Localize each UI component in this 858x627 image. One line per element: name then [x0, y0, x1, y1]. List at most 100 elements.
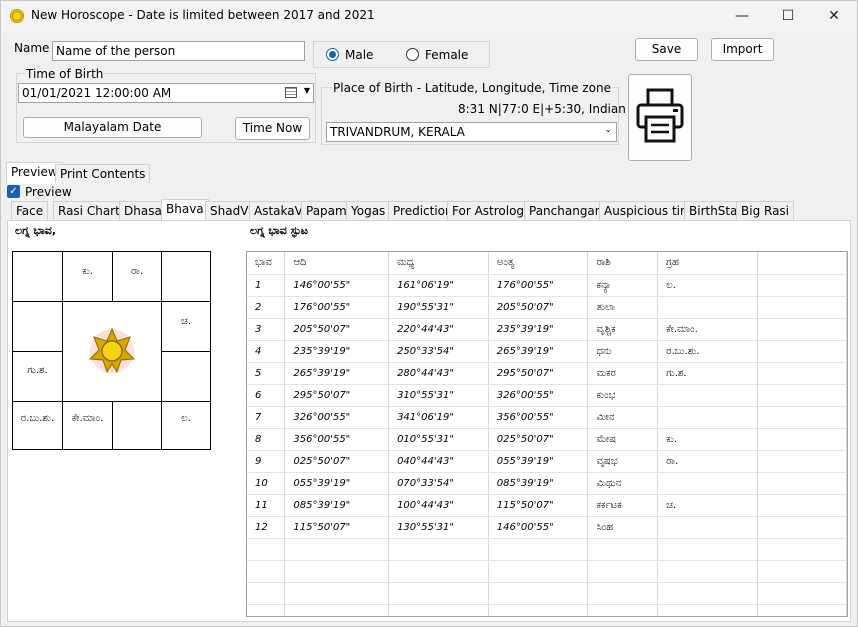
- column-header: ಭಾವ: [247, 252, 286, 275]
- table-cell: [657, 472, 758, 495]
- place-label: Place of Birth - Latitude, Longitude, Ti…: [332, 81, 613, 95]
- tab-bhava[interactable]: Bhava: [161, 199, 209, 220]
- name-label: Name: [14, 41, 50, 55]
- place-select[interactable]: TRIVANDRUM, KERALA ⌄: [326, 122, 617, 142]
- datetime-picker[interactable]: 01/01/2021 12:00:00 AM ▼: [18, 83, 314, 103]
- table-cell: [247, 560, 286, 583]
- table-cell: 085°39'19": [284, 494, 390, 517]
- table-cell: 280°44'43": [388, 362, 489, 385]
- chart-cell: [161, 251, 211, 302]
- table-cell: 025°50'07": [488, 428, 589, 451]
- print-button[interactable]: [628, 74, 692, 161]
- column-header: ರಾಶಿ: [587, 252, 659, 275]
- table-cell: [657, 516, 758, 539]
- table-cell: ಲ.: [657, 274, 758, 297]
- bhava-grid[interactable]: ಭಾವ ಆದಿ ಮಧ್ಯ ಅಂತ್ಯ ರಾಶಿ ಗ್ರಹ 1 146°00'55"…: [246, 251, 848, 617]
- table-cell: [757, 296, 847, 319]
- table-cell: 176°00'55": [488, 274, 589, 297]
- tab-papam[interactable]: Papam: [301, 201, 352, 220]
- column-header: ಗ್ರಹ: [657, 252, 758, 275]
- minimize-button[interactable]: —: [719, 1, 765, 32]
- table-row[interactable]: 7 326°00'55" 341°06'19" 356°00'55" ಮೀನ: [247, 406, 847, 429]
- preview-checkbox[interactable]: ✓: [7, 185, 20, 198]
- table-cell: [388, 582, 489, 605]
- table-row[interactable]: 6 295°50'07" 310°55'31" 326°00'55" ಕುಂಭ: [247, 384, 847, 407]
- table-row[interactable]: 8 356°00'55" 010°55'31" 025°50'07" ಮೇಷ ಕು.: [247, 428, 847, 451]
- tab-astakav[interactable]: AstakaV: [249, 201, 308, 220]
- table-cell: 235°39'19": [284, 340, 390, 363]
- table-cell: [247, 538, 286, 561]
- table-row[interactable]: 3 205°50'07" 220°44'43" 235°39'19" ವೃಶ್ಚಿಕ ಕೇ…: [247, 318, 847, 341]
- table-cell: [657, 296, 758, 319]
- chart-cell: ಲ.: [161, 401, 211, 450]
- sun-icon: [88, 327, 136, 374]
- table-cell: 2: [247, 296, 286, 319]
- empty-row: [247, 604, 847, 616]
- table-cell: ಮೀನ: [587, 406, 659, 429]
- name-input[interactable]: Name of the person: [52, 41, 305, 61]
- table-cell: ಮೇಷ: [587, 428, 659, 451]
- table-cell: 205°50'07": [488, 296, 589, 319]
- table-cell: [488, 582, 589, 605]
- empty-row: [247, 582, 847, 605]
- chart-cell: [161, 351, 211, 402]
- table-cell: [757, 274, 847, 297]
- table-row[interactable]: 2 176°00'55" 190°55'31" 205°50'07" ತುಲಾ: [247, 296, 847, 319]
- table-cell: 1: [247, 274, 286, 297]
- table-cell: 265°39'19": [284, 362, 390, 385]
- time-now-button[interactable]: Time Now: [235, 117, 310, 140]
- table-cell: [757, 362, 847, 385]
- table-row[interactable]: 12 115°50'07" 130°55'31" 146°00'55" ಸಿಂಹ: [247, 516, 847, 539]
- table-cell: 161°06'19": [388, 274, 489, 297]
- chart-cell: ರ.ಬು.ಶು.: [12, 401, 63, 450]
- empty-row: [247, 560, 847, 583]
- tab-dhasa[interactable]: Dhasa: [119, 201, 167, 220]
- title-bar: New Horoscope - Date is limited between …: [1, 1, 857, 32]
- female-label: Female: [425, 48, 469, 62]
- calendar-icon[interactable]: [285, 87, 297, 98]
- table-row[interactable]: 4 235°39'19" 250°33'54" 265°39'19" ಧನು ರ.ಬು.ಶ…: [247, 340, 847, 363]
- table-cell: 326°00'55": [284, 406, 390, 429]
- table-cell: 085°39'19": [488, 472, 589, 495]
- table-cell: 055°39'19": [284, 472, 390, 495]
- maximize-button[interactable]: ☐: [765, 1, 811, 32]
- bhava-table: ಭಾವ ಆದಿ ಮಧ್ಯ ಅಂತ್ಯ ರಾಶಿ ಗ್ರಹ 1 146°00'55"…: [247, 252, 847, 616]
- tab-yogas[interactable]: Yogas: [346, 201, 391, 220]
- table-cell: ಕುಂಭ: [587, 384, 659, 407]
- tab-print-contents[interactable]: Print Contents: [55, 164, 151, 183]
- sun-app-icon: [10, 9, 24, 23]
- table-cell: [388, 560, 489, 583]
- table-cell: ಧನು: [587, 340, 659, 363]
- chart-cell: ಕು.: [62, 251, 113, 302]
- table-cell: [757, 318, 847, 341]
- table-cell: 205°50'07": [284, 318, 390, 341]
- table-cell: ಸಿಂಹ: [587, 516, 659, 539]
- table-row[interactable]: 11 085°39'19" 100°44'43" 115°50'07" ಕರ್ಕಟಕ ಚ.: [247, 494, 847, 517]
- chevron-down-icon[interactable]: ▼: [304, 86, 310, 95]
- female-radio[interactable]: [406, 48, 419, 61]
- preview-checkbox-label: Preview: [25, 185, 72, 199]
- tab-face[interactable]: Face: [11, 201, 49, 220]
- tab-shadv[interactable]: ShadV: [205, 201, 254, 220]
- table-cell: [587, 582, 659, 605]
- table-cell: 235°39'19": [488, 318, 589, 341]
- table-cell: [657, 582, 758, 605]
- malayalam-date-button[interactable]: Malayalam Date: [23, 117, 202, 138]
- save-button[interactable]: Save: [635, 38, 698, 61]
- male-radio[interactable]: [326, 48, 339, 61]
- close-button[interactable]: ✕: [811, 1, 857, 32]
- table-cell: [757, 582, 847, 605]
- table-row[interactable]: 9 025°50'07" 040°44'43" 055°39'19" ವೃಷಭ ರಾ.: [247, 450, 847, 473]
- table-row[interactable]: 1 146°00'55" 161°06'19" 176°00'55" ಕನ್ಯಾ ಲ.: [247, 274, 847, 297]
- table-cell: 220°44'43": [388, 318, 489, 341]
- chevron-down-icon[interactable]: ⌄: [604, 125, 612, 135]
- table-row[interactable]: 10 055°39'19" 070°33'54" 085°39'19" ಮಿಥುನ: [247, 472, 847, 495]
- table-cell: ವೃಷಭ: [587, 450, 659, 473]
- table-cell: ಕು.: [657, 428, 758, 451]
- import-button[interactable]: Import: [711, 38, 774, 61]
- table-cell: [488, 604, 589, 616]
- table-cell: 295°50'07": [488, 362, 589, 385]
- tab-big-rasi[interactable]: Big Rasi: [736, 201, 795, 220]
- table-cell: ಕೇ.ಮಾಂ.: [657, 318, 758, 341]
- table-row[interactable]: 5 265°39'19" 280°44'43" 295°50'07" ಮಕರ ಗು.ಶ.: [247, 362, 847, 385]
